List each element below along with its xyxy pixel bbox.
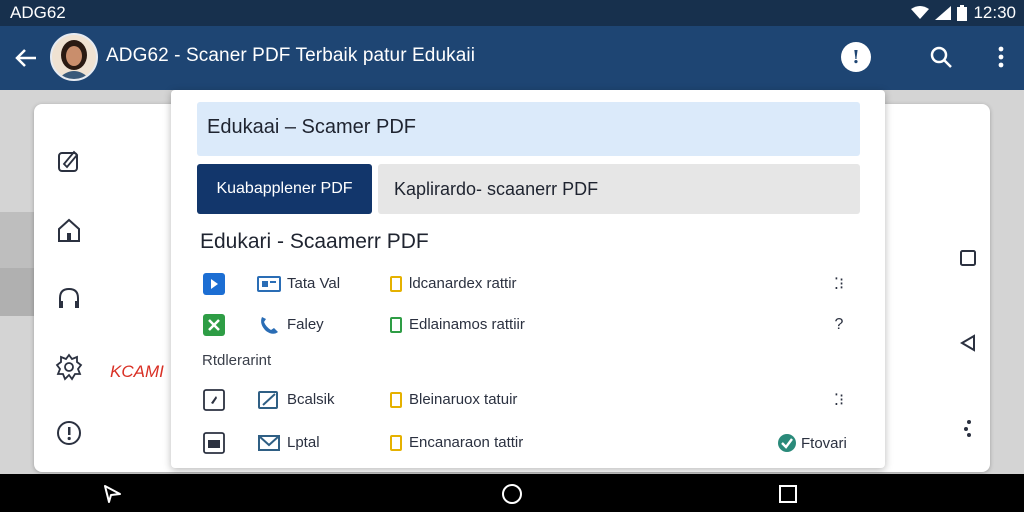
list-item[interactable]: Faley Edlainamos rattiir ? — [171, 307, 885, 343]
right-more-button[interactable] — [954, 414, 982, 442]
gear-icon — [55, 353, 83, 381]
list-item-handle[interactable]: ⁚⁝ — [827, 272, 851, 296]
avatar[interactable] — [50, 33, 98, 81]
app-title: ADG62 - Scaner PDF Terbaik patur Edukaii — [106, 45, 476, 66]
doc-icon — [203, 389, 225, 411]
file-yellow-icon — [389, 275, 403, 293]
info-icon: ! — [852, 46, 860, 68]
right-square-button[interactable] — [954, 244, 982, 272]
tab-secondary[interactable]: Kaplirardo- scaanerr PDF — [378, 164, 860, 214]
nav-recents-icon — [779, 485, 797, 503]
more-vert-icon — [998, 46, 1004, 68]
more-options-button[interactable] — [988, 41, 1014, 73]
arrow-left-icon — [15, 49, 36, 67]
list-item[interactable]: Lptal Encanaraon tattir Ftovari — [171, 425, 885, 461]
wifi-icon — [911, 6, 930, 19]
check-circle-icon — [778, 434, 796, 452]
nav-home-button[interactable] — [500, 482, 524, 506]
back-button[interactable] — [10, 42, 42, 74]
list-item-desc: Encanaraon tattir — [409, 434, 524, 451]
file-green-icon — [389, 316, 403, 334]
main-panel: Edukaai – Scamer PDF Kuabapplener PDF Ka… — [171, 90, 885, 468]
home-icon — [58, 218, 80, 242]
green-app-icon — [203, 314, 225, 336]
battery-icon — [957, 5, 968, 21]
list-item-name: Bcalsik — [287, 391, 335, 408]
section-title: Edukari - Scaamerr PDF — [200, 230, 429, 253]
list-item-help[interactable]: ? — [827, 313, 851, 337]
background-strip — [0, 212, 34, 268]
nav-home-icon — [502, 484, 522, 504]
group-label: Rtdlerarint — [202, 352, 272, 369]
tab-primary[interactable]: Kuabapplener PDF — [197, 164, 372, 214]
square-icon — [960, 250, 976, 266]
sidebar-headset-button[interactable] — [54, 283, 84, 313]
list-item-name: Lptal — [287, 434, 320, 451]
favorite-badge[interactable]: Ftovari — [777, 431, 847, 455]
status-title: ADG62 — [10, 3, 66, 22]
mail-icon — [257, 432, 281, 454]
list-item-name: Faley — [287, 316, 324, 333]
list-item-desc: Bleinaruox tatuir — [409, 391, 518, 408]
list-item[interactable]: Bcalsik Bleinaruox tatuir ⁚⁝ — [171, 382, 885, 418]
list-item-desc: Edlainamos rattiir — [409, 316, 525, 333]
list-item-name: Tata Val — [287, 275, 341, 292]
blue-app-icon — [203, 273, 225, 295]
right-back-button[interactable] — [954, 329, 982, 357]
search-button[interactable] — [926, 41, 956, 73]
sidebar-home-button[interactable] — [54, 215, 84, 245]
tablet-icon — [257, 273, 281, 295]
sidebar-edit-button[interactable] — [54, 146, 84, 176]
edit-clipboard-icon — [58, 150, 79, 172]
list-item-desc: ldcanardex rattir — [409, 275, 517, 292]
list-item[interactable]: Tata Val ldcanardex rattir ⁚⁝ — [171, 266, 885, 302]
signal-icon — [935, 6, 952, 20]
list-item-handle[interactable]: ⁚⁝ — [827, 388, 851, 412]
phone-icon — [257, 314, 281, 336]
info-button[interactable]: ! — [841, 42, 871, 72]
system-nav-bar — [0, 474, 1024, 512]
file-yellow-icon — [389, 434, 403, 452]
sidebar-settings-button[interactable] — [54, 352, 84, 382]
dots-icon — [964, 420, 971, 437]
sidebar-info-button[interactable] — [54, 418, 84, 448]
file-yellow-icon — [389, 391, 403, 409]
favorite-label: Ftovari — [801, 434, 847, 452]
sidebar-partial-text: KCAMI — [110, 362, 164, 381]
status-icons: 12:30 — [911, 3, 1016, 23]
status-time: 12:30 — [973, 3, 1016, 22]
avatar-portrait-icon — [52, 35, 96, 79]
nav-recents-button[interactable] — [776, 482, 800, 506]
image-doc-icon — [203, 432, 225, 454]
nav-back-icon — [104, 485, 121, 503]
title-field[interactable]: Edukaai – Scamer PDF — [197, 102, 860, 156]
nav-back-button[interactable] — [100, 482, 124, 506]
edit-doc-icon — [257, 389, 281, 411]
headset-icon — [59, 287, 79, 308]
triangle-left-icon — [960, 334, 975, 352]
background-strip — [0, 268, 34, 316]
info-circle-icon — [57, 421, 81, 445]
app-bar: ADG62 - Scaner PDF Terbaik patur Edukaii… — [0, 26, 1024, 90]
search-icon — [930, 46, 952, 68]
status-bar: ADG62 12:30 — [0, 0, 1024, 26]
